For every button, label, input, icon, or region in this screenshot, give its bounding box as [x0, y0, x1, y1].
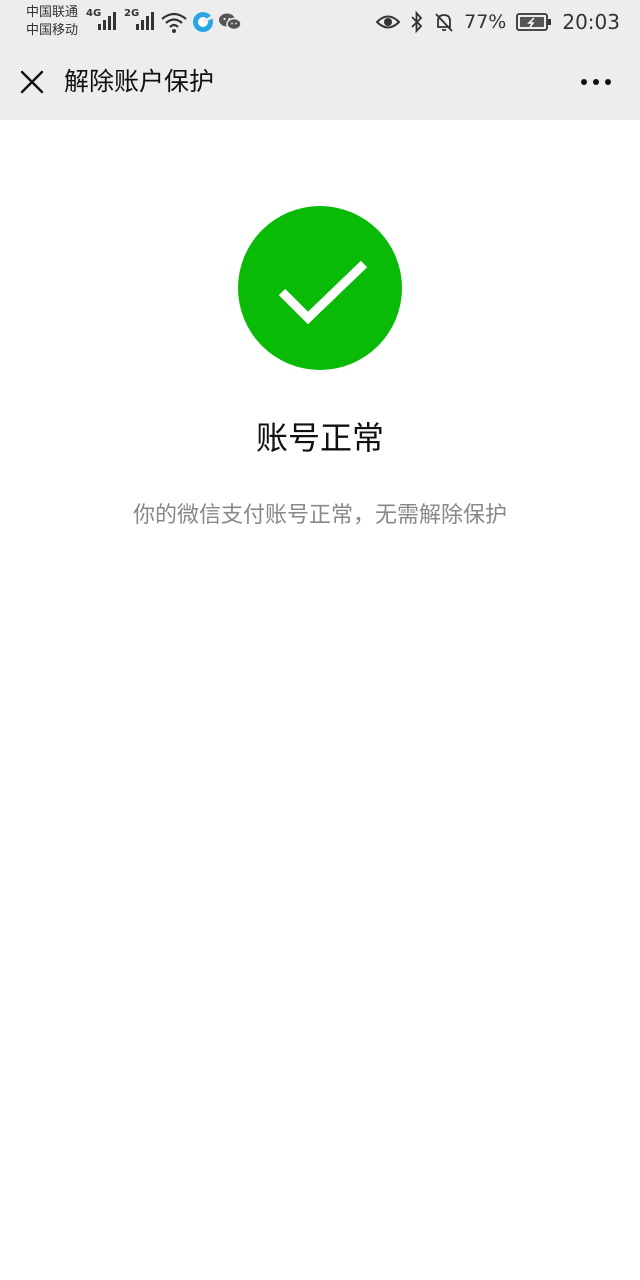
sim2-signal: 2G: [124, 6, 160, 38]
browser-app-icon: [193, 12, 213, 32]
more-icon: [581, 79, 611, 85]
clock: 20:03: [562, 10, 620, 34]
wechat-icon: [219, 13, 242, 31]
eye-comfort-icon: [376, 15, 401, 29]
status-icons-right: 77% 20:03: [376, 0, 620, 44]
sim2-network-type: 2G: [124, 8, 140, 19]
success-status-icon: [238, 206, 402, 370]
close-button[interactable]: [16, 66, 48, 98]
status-title: 账号正常: [255, 419, 384, 457]
battery-percentage: 77%: [464, 11, 507, 33]
mute-bell-icon: [435, 13, 453, 32]
navigation-bar: 解除账户保护: [0, 44, 640, 120]
status-description: 你的微信支付账号正常，无需解除保护: [132, 503, 507, 528]
bluetooth-icon: [411, 11, 423, 33]
page-title: 解除账户保护: [64, 67, 215, 96]
checkmark-icon: [278, 260, 368, 325]
carrier-1: 中国联通: [26, 5, 79, 20]
carrier-2: 中国移动: [26, 23, 79, 38]
more-options-button[interactable]: [576, 66, 616, 98]
wifi-icon: [161, 12, 187, 33]
close-icon: [20, 70, 44, 94]
battery-charging-icon: [516, 13, 552, 31]
carrier-names: 中国联通 中国移动: [26, 4, 78, 40]
sim1-signal: 4G: [86, 6, 122, 38]
status-bar: 中国联通 中国移动 4G 2G 77% 20:03: [0, 0, 640, 44]
sim1-network-type: 4G: [86, 8, 102, 19]
